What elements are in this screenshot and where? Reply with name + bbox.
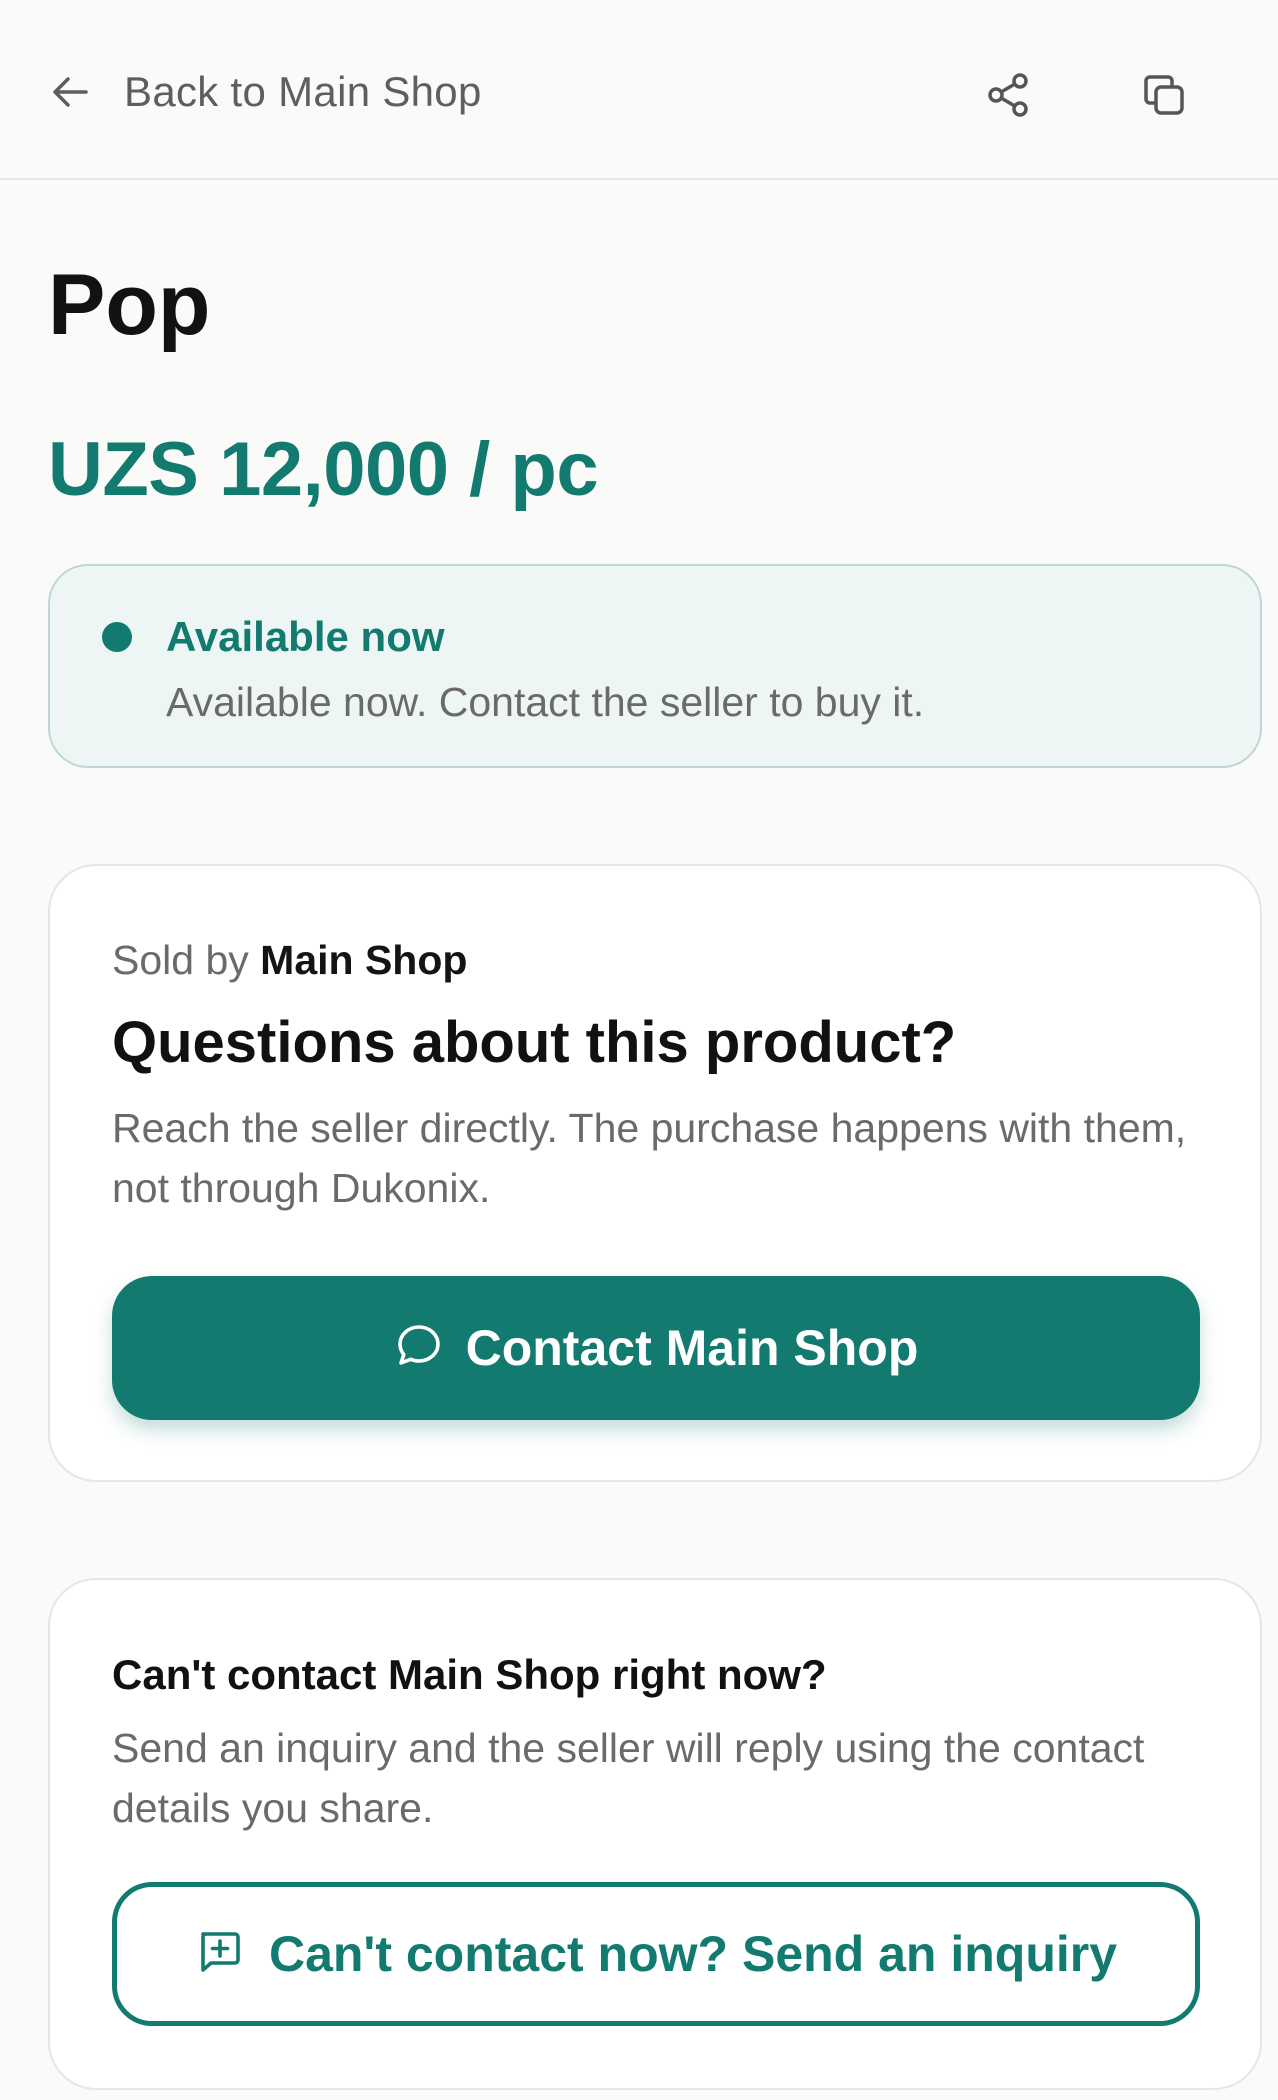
send-inquiry-label: Can't contact now? Send an inquiry — [268, 1926, 1118, 1982]
availability-title: Available now — [166, 613, 445, 660]
back-link[interactable]: Back to Main Shop — [50, 68, 482, 116]
share-icon — [984, 71, 1032, 124]
inquiry-card-heading: Can't contact Main Shop right now? — [112, 1651, 827, 1698]
top-bar: Back to Main Shop — [0, 0, 1278, 180]
contact-seller-label: Contact Main Shop — [465, 1320, 919, 1376]
seller-name: Main Shop — [260, 937, 468, 983]
inquiry-card: Can't contact Main Shop right now? Send … — [48, 1578, 1262, 2090]
product-price: UZS 12,000 / pc — [48, 427, 599, 512]
send-inquiry-button[interactable]: Can't contact now? Send an inquiry — [112, 1882, 1200, 2026]
share-button[interactable] — [971, 60, 1045, 134]
chat-bubble-icon — [394, 1321, 444, 1376]
availability-box: Available now Available now. Contact the… — [48, 564, 1262, 768]
sold-by-prefix: Sold by — [112, 937, 249, 983]
status-dot-icon — [102, 622, 132, 652]
back-link-label: Back to Main Shop — [124, 68, 482, 115]
contact-seller-button[interactable]: Contact Main Shop — [112, 1276, 1200, 1420]
seller-card: Sold by Main Shop Questions about this p… — [48, 864, 1262, 1482]
message-plus-icon — [195, 1928, 243, 1981]
copy-icon — [1140, 71, 1188, 124]
seller-card-heading: Questions about this product? — [112, 1010, 957, 1075]
product-title: Pop — [48, 257, 211, 353]
copy-button[interactable] — [1127, 60, 1201, 134]
arrow-left-icon — [50, 72, 90, 112]
sold-by-line: Sold by Main Shop — [112, 936, 467, 985]
seller-card-description: Reach the seller directly. The purchase … — [112, 1105, 1187, 1211]
inquiry-card-description: Send an inquiry and the seller will repl… — [112, 1725, 1145, 1831]
availability-description: Available now. Contact the seller to buy… — [166, 679, 925, 725]
